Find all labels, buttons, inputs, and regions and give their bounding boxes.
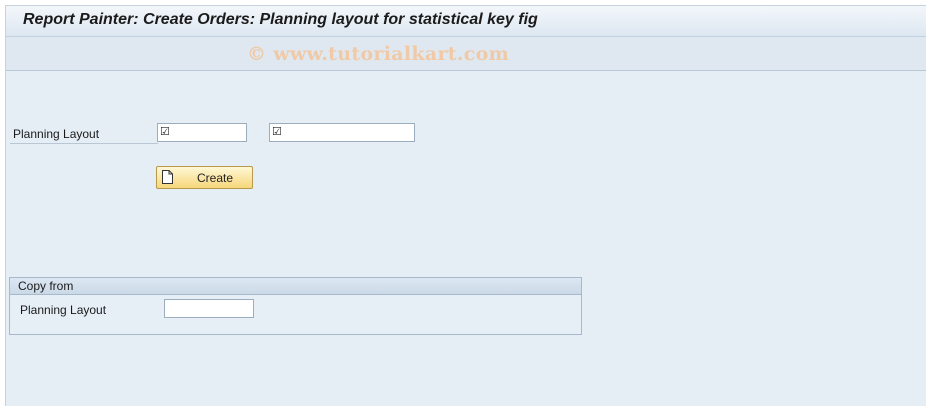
required-check-icon: ☑ [272, 126, 282, 138]
required-check-icon: ☑ [160, 126, 170, 138]
document-icon [162, 170, 173, 184]
main-window: Report Painter: Create Orders: Planning … [5, 5, 926, 406]
create-button[interactable]: Create [156, 166, 253, 189]
planning-layout-name-field[interactable]: ☑ [269, 123, 415, 142]
planning-layout-label: Planning Layout [13, 127, 100, 141]
copy-from-title: Copy from [18, 279, 74, 293]
application-toolbar: © www.tutorialkart.com [6, 37, 926, 71]
copy-planning-layout-label: Planning Layout [20, 303, 107, 317]
page-title: Report Painter: Create Orders: Planning … [23, 11, 538, 28]
copy-from-header: Copy from [10, 278, 581, 295]
watermark-text: © www.tutorialkart.com [247, 43, 510, 65]
label-underline [10, 143, 158, 144]
copy-from-group: Copy from Planning Layout [9, 277, 582, 335]
title-bar: Report Painter: Create Orders: Planning … [6, 6, 926, 37]
copy-planning-layout-field[interactable] [164, 299, 254, 318]
planning-layout-set-field[interactable]: ☑ [157, 123, 247, 142]
create-button-label: Create [197, 171, 234, 185]
